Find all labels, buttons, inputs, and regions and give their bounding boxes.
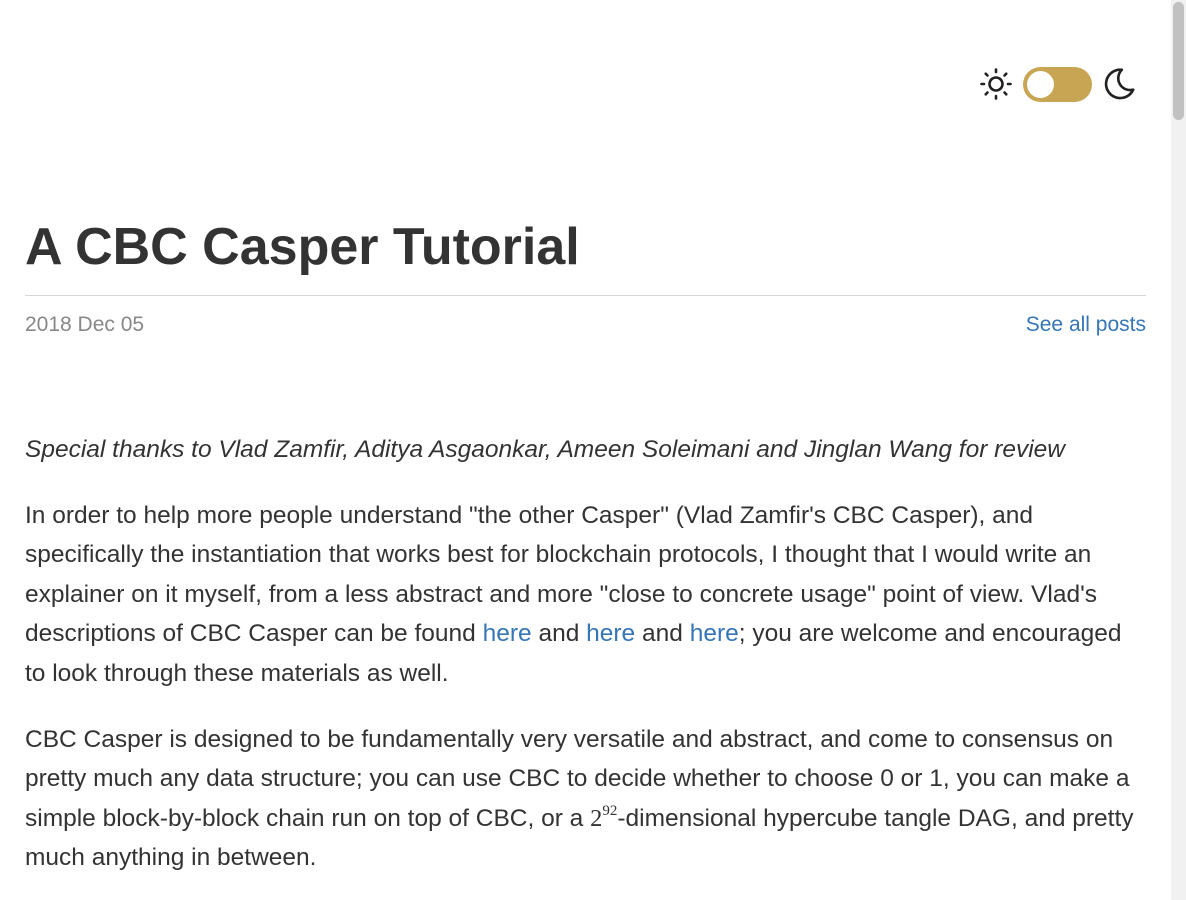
post-title: A CBC Casper Tutorial [25, 218, 580, 276]
theme-switch-knob [1027, 70, 1054, 98]
sun-icon[interactable] [979, 66, 1013, 102]
title-divider [25, 295, 1146, 296]
scrollbar-thumb[interactable] [1173, 2, 1184, 120]
page: A CBC Casper Tutorial 2018 Dec 05 See al… [0, 0, 1171, 900]
post-meta: 2018 Dec 05 See all posts [25, 312, 1146, 338]
see-all-posts-link[interactable]: See all posts [1026, 312, 1146, 338]
post-date: 2018 Dec 05 [25, 313, 145, 336]
vertical-scrollbar[interactable] [1171, 0, 1186, 900]
moon-icon[interactable] [1102, 66, 1136, 102]
thanks-paragraph: Special thanks to Vlad Zamfir, Aditya As… [25, 436, 1065, 463]
versatility-paragraph: CBC Casper is designed to be fundamental… [25, 720, 1146, 878]
math-power-base: 2 [590, 804, 603, 832]
theme-switch[interactable] [1023, 66, 1092, 102]
math-power-exponent: 92 [602, 802, 618, 819]
here-link-3[interactable]: here [690, 620, 739, 647]
intro-paragraph: In order to help more people understand … [25, 496, 1146, 694]
theme-toggle [979, 66, 1136, 102]
intro-text: and [531, 620, 587, 648]
here-link-2[interactable]: here [586, 620, 635, 647]
intro-text: and [635, 620, 690, 648]
here-link-1[interactable]: here [483, 620, 532, 647]
post-body: Special thanks to Vlad Zamfir, Aditya As… [25, 430, 1146, 878]
post-content: A CBC Casper Tutorial 2018 Dec 05 See al… [25, 215, 1146, 900]
